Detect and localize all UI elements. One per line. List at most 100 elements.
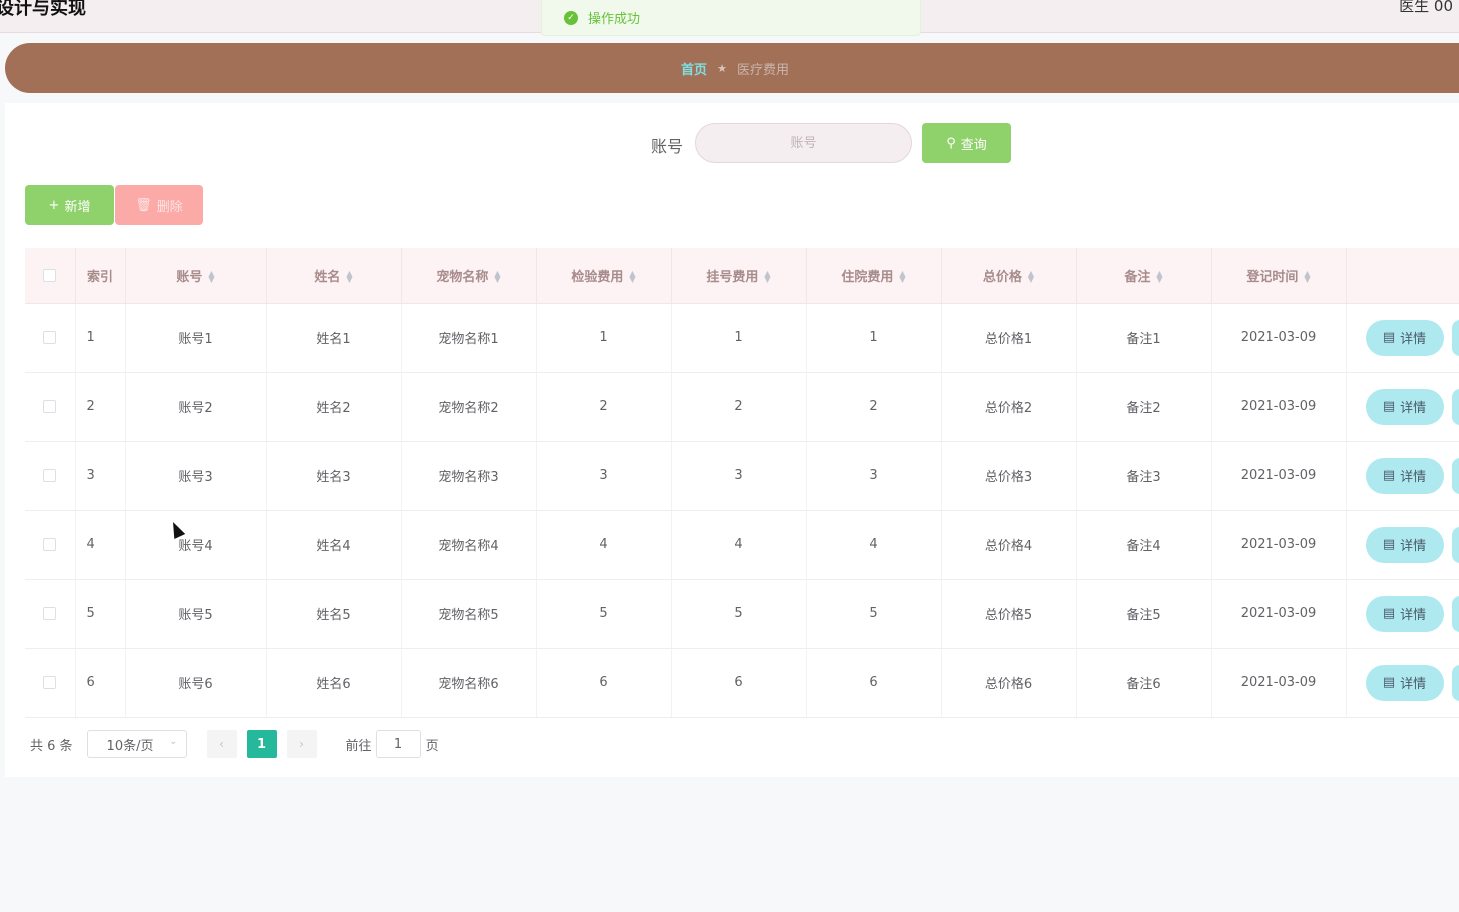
app-title: 设计与实现: [0, 0, 86, 19]
row-checkbox[interactable]: [43, 469, 57, 482]
page-number-current[interactable]: 1: [246, 730, 277, 758]
document-icon: ▤: [1382, 537, 1396, 552]
more-action-button[interactable]: [1451, 526, 1459, 563]
cell-total: 总价格2: [941, 372, 1077, 442]
row-checkbox[interactable]: [43, 331, 57, 344]
cell-actions: ▤ 详情: [1346, 648, 1459, 718]
more-action-button[interactable]: [1451, 595, 1459, 632]
col-exam[interactable]: 检验费用 ▲ ▼: [536, 248, 672, 304]
sort-icon[interactable]: ▲ ▼: [1028, 270, 1034, 284]
col-reg[interactable]: 挂号费用 ▲ ▼: [671, 248, 807, 304]
cell-total: 总价格6: [941, 648, 1077, 718]
document-icon: ▤: [1382, 675, 1396, 690]
col-stay[interactable]: 住院费用 ▲ ▼: [806, 248, 942, 304]
plus-icon: +: [48, 197, 60, 213]
col-name[interactable]: 姓名 ▲ ▼: [266, 248, 402, 304]
document-icon: ▤: [1382, 399, 1396, 414]
cell-note: 备注2: [1076, 372, 1212, 442]
cell-pet: 宠物名称3: [401, 441, 537, 511]
cell-stay: 4: [806, 510, 942, 580]
sort-icon[interactable]: ▲ ▼: [1304, 270, 1310, 284]
cell-actions: ▤ 详情: [1346, 303, 1459, 373]
cell-exam: 4: [536, 510, 672, 580]
cell-reg: 4: [671, 510, 807, 580]
cell-pet: 宠物名称2: [401, 372, 537, 442]
check-circle-icon: ✓: [564, 10, 578, 25]
cell-account: 账号3: [125, 441, 267, 511]
cell-stay: 5: [806, 579, 942, 649]
cell-note: 备注4: [1076, 510, 1212, 580]
col-total[interactable]: 总价格 ▲ ▼: [941, 248, 1077, 304]
cell-account: 账号1: [125, 303, 267, 373]
cell-index: 5: [75, 579, 126, 649]
breadcrumb-home[interactable]: 首页: [681, 59, 707, 78]
delete-button[interactable]: 🗑 删除: [115, 185, 203, 225]
page-unit-label: 页: [425, 738, 439, 754]
pagination-total: 共 6 条: [30, 738, 73, 754]
more-action-button[interactable]: [1451, 664, 1459, 701]
col-time[interactable]: 登记时间 ▲ ▼: [1211, 248, 1347, 304]
user-label[interactable]: 医生 00: [1399, 0, 1453, 16]
cell-name: 姓名4: [266, 510, 402, 580]
sort-icon[interactable]: ▲ ▼: [346, 270, 352, 284]
table-row: 4 账号4 姓名4 宠物名称4 4 4 4 总价格4 备注4 2021-03-09 ▤ 详情: [25, 510, 1459, 580]
sort-icon[interactable]: ▲ ▼: [494, 270, 500, 284]
goto-page-input[interactable]: [375, 730, 421, 758]
more-action-button[interactable]: [1451, 457, 1459, 494]
sort-icon[interactable]: ▲ ▼: [764, 270, 770, 284]
cell-index: 2: [75, 372, 126, 442]
detail-button[interactable]: ▤ 详情: [1365, 388, 1444, 425]
cell-total: 总价格3: [941, 441, 1077, 511]
add-button-label: 新增: [64, 199, 91, 215]
select-all-cell: [25, 248, 76, 304]
sort-icon[interactable]: ▲ ▼: [629, 270, 635, 284]
cell-time: 2021-03-09: [1211, 510, 1347, 580]
cell-note: 备注5: [1076, 579, 1212, 649]
col-account[interactable]: 账号 ▲ ▼: [125, 248, 267, 304]
breadcrumb-separator-icon: ★: [717, 61, 727, 75]
delete-button-label: 删除: [156, 199, 183, 215]
cell-account: 账号6: [125, 648, 267, 718]
row-checkbox[interactable]: [43, 676, 57, 689]
document-icon: ▤: [1382, 468, 1396, 483]
row-checkbox[interactable]: [43, 400, 57, 413]
next-page-button[interactable]: ›: [286, 730, 317, 758]
query-button[interactable]: ⚲ 查询: [922, 123, 1011, 163]
cell-index: 1: [75, 303, 126, 373]
detail-button[interactable]: ▤ 详情: [1365, 319, 1444, 356]
detail-button[interactable]: ▤ 详情: [1365, 526, 1444, 563]
sort-icon[interactable]: ▲ ▼: [899, 270, 905, 284]
cell-time: 2021-03-09: [1211, 372, 1347, 442]
row-select-cell: [25, 648, 76, 718]
detail-button[interactable]: ▤ 详情: [1365, 457, 1444, 494]
row-checkbox[interactable]: [43, 607, 57, 620]
row-checkbox[interactable]: [43, 538, 57, 551]
add-button[interactable]: + 新增: [25, 185, 114, 225]
cell-name: 姓名1: [266, 303, 402, 373]
col-index: 索引: [75, 248, 126, 304]
cell-pet: 宠物名称6: [401, 648, 537, 718]
select-all-checkbox[interactable]: [43, 268, 57, 282]
cell-actions: ▤ 详情: [1346, 579, 1459, 649]
detail-button[interactable]: ▤ 详情: [1365, 595, 1444, 632]
col-pet[interactable]: 宠物名称 ▲ ▼: [401, 248, 537, 304]
document-icon: ▤: [1382, 330, 1396, 345]
search-label: 账号: [651, 137, 684, 156]
data-table: 索引 账号 ▲ ▼ 姓名 ▲ ▼ 宠物名称 ▲ ▼ 检验费用 ▲ ▼ 挂号费用 ▲ ▼ 住院费用 ▲ ▼…: [25, 248, 1459, 718]
page-size-select[interactable]: 10条/页 ⌄: [86, 730, 187, 758]
prev-page-button[interactable]: ‹: [206, 730, 237, 758]
cell-time: 2021-03-09: [1211, 648, 1347, 718]
more-action-button[interactable]: [1451, 319, 1459, 356]
search-input[interactable]: [695, 123, 912, 163]
col-note[interactable]: 备注 ▲ ▼: [1076, 248, 1212, 304]
detail-button[interactable]: ▤ 详情: [1365, 664, 1444, 701]
toast-message: 操作成功: [588, 12, 641, 27]
table-row: 2 账号2 姓名2 宠物名称2 2 2 2 总价格2 备注2 2021-03-09 ▤ 详情: [25, 372, 1459, 442]
sort-icon[interactable]: ▲ ▼: [208, 270, 214, 284]
more-action-button[interactable]: [1451, 388, 1459, 425]
cell-stay: 6: [806, 648, 942, 718]
cell-stay: 1: [806, 303, 942, 373]
document-icon: ▤: [1382, 606, 1396, 621]
cell-account: 账号2: [125, 372, 267, 442]
sort-icon[interactable]: ▲ ▼: [1156, 270, 1162, 284]
